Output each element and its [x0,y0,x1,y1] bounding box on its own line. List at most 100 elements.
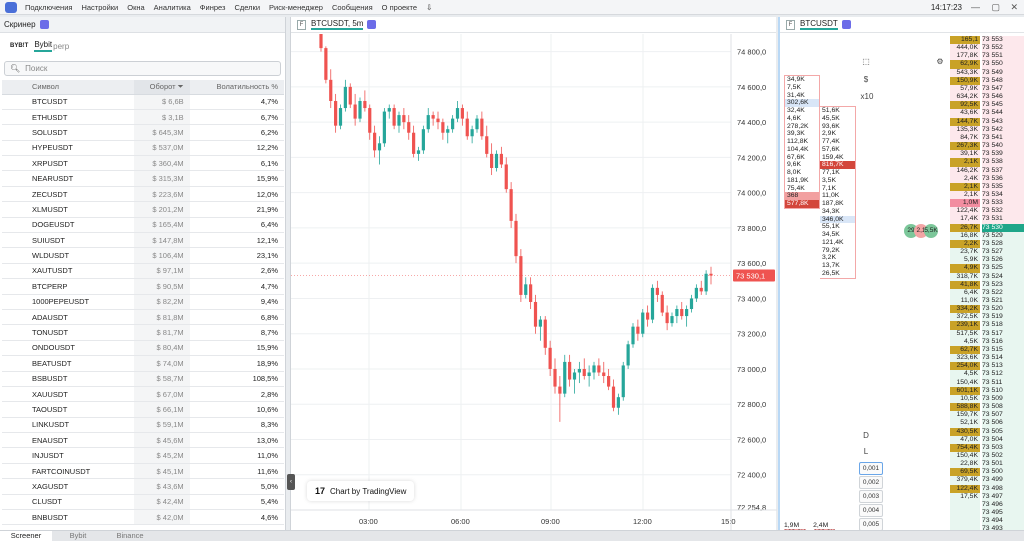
ladder-price[interactable]: 73 522 [982,288,1024,297]
ladder-price[interactable]: 73 505 [982,427,1024,436]
ladder-price[interactable]: 73 526 [982,256,1024,265]
ladder-price[interactable]: 73 508 [982,403,1024,412]
tick-size-button[interactable]: 0,002 [859,476,883,489]
ladder-price[interactable]: 73 515 [982,345,1024,355]
table-row[interactable]: SUIUSDT $ 147,8M 12,1% [2,232,284,249]
table-row[interactable]: BTCUSDT $ 6,6B 4,7% [2,94,284,110]
ladder-price[interactable]: 73 504 [982,435,1024,444]
tick-size-button[interactable]: 0,004 [859,504,883,517]
table-row[interactable]: XAGUSDT $ 43,6M 5,0% [2,478,284,495]
ladder-price[interactable]: 73 547 [982,84,1024,94]
ladder-price[interactable]: 73 518 [982,321,1024,330]
ladder-price[interactable]: 73 528 [982,239,1024,249]
ladder-price[interactable]: 73 550 [982,60,1024,69]
chart-settings-icon[interactable]: ⬚ [860,56,872,68]
column-volatility[interactable]: Волатильность % [189,80,284,95]
menu-item[interactable]: Настройки [81,3,118,12]
table-row[interactable]: SOLUSDT $ 645,3M 6,2% [2,124,284,141]
ladder-price[interactable]: 73 543 [982,117,1024,126]
ladder-price[interactable]: 73 502 [982,451,1024,461]
link-color-icon[interactable] [39,20,49,29]
table-row[interactable]: TONUSDT $ 81,7M 8,7% [2,324,284,341]
ladder-price[interactable]: 73 501 [982,460,1024,469]
table-row[interactable]: BSBUSDT $ 58,7M 108,5% [2,371,284,387]
ladder-price[interactable]: 73 537 [982,166,1024,175]
tab-screener[interactable]: Screener [0,531,52,541]
menu-item[interactable]: Подключения [25,3,72,12]
ladder-price[interactable]: 73 546 [982,93,1024,102]
ladder-price[interactable]: 73 535 [982,182,1024,191]
ladder-price[interactable]: 73 513 [982,362,1024,371]
multiplier-label[interactable]: x10 [858,91,876,103]
menu-item[interactable]: Финрез [200,3,226,12]
ladder-price[interactable]: 73 533 [982,199,1024,208]
ladder-price[interactable]: 73 520 [982,305,1024,314]
menu-item[interactable]: Риск-менеджер [269,3,323,12]
table-row[interactable]: FARTCOINUSDT $ 45,1M 11,6% [2,463,284,480]
ladder-price[interactable]: 73 521 [982,297,1024,306]
ladder-price[interactable]: 73 498 [982,484,1024,493]
pin-icon[interactable]: ⇩ [426,3,432,12]
ladder-price[interactable]: 73 503 [982,443,1024,452]
dollar-icon[interactable]: $ [860,74,872,86]
ladder-price[interactable]: 73 545 [982,101,1024,110]
ladder-price[interactable]: 73 509 [982,394,1024,404]
ladder-price[interactable]: 73 500 [982,468,1024,477]
link-color-icon[interactable] [367,20,377,29]
ladder-price[interactable]: 73 524 [982,272,1024,281]
table-row[interactable]: WLDUSDT $ 106,4M 23,1% [2,247,284,264]
column-turnover[interactable]: Оборот ⏷ [133,80,190,95]
side-button-d[interactable]: D [860,430,872,442]
ladder-price[interactable]: 73 549 [982,68,1024,77]
ladder-price[interactable]: 73 494 [982,517,1024,526]
table-row[interactable]: 1000PEPEUSDT $ 82,2M 9,4% [2,294,284,310]
link-color-icon[interactable] [841,20,851,29]
gear-icon[interactable]: ⚙ [934,56,946,68]
table-row[interactable]: DOGEUSDT $ 165,4M 6,4% [2,217,284,234]
table-row[interactable]: HYPEUSDT $ 537,0M 12,2% [2,140,284,157]
ladder-price[interactable]: 73 548 [982,76,1024,85]
ladder-price[interactable]: 73 530 [982,223,1024,232]
ladder-price[interactable]: 73 532 [982,207,1024,216]
ladder-price[interactable]: 73 541 [982,133,1024,143]
table-row[interactable]: ETHUSDT $ 3,1B 6,7% [2,109,284,126]
table-row[interactable]: TAOUSDT $ 66,1M 10,6% [2,401,284,418]
maximize-icon[interactable]: ▢ [991,2,1000,13]
table-row[interactable]: BEATUSDT $ 74,0M 18,9% [2,355,284,372]
table-row[interactable]: BTCPERP $ 90,5M 4,7% [2,278,284,295]
ladder-price[interactable]: 73 517 [982,329,1024,338]
column-symbol[interactable]: Символ [2,80,134,95]
ladder-price[interactable]: 73 519 [982,313,1024,322]
ladder-price[interactable]: 73 523 [982,280,1024,289]
ladder-price[interactable]: 73 506 [982,419,1024,428]
ladder-price[interactable]: 73 529 [982,231,1024,240]
side-button-l[interactable]: L [860,446,872,458]
table-row[interactable]: ZECUSDT $ 223,6M 12,0% [2,186,284,203]
ladder-price[interactable]: 73 552 [982,44,1024,53]
ladder-price[interactable]: 73 536 [982,174,1024,183]
tab-binance[interactable]: Binance [104,531,156,541]
menu-item[interactable]: Окна [127,3,144,12]
table-row[interactable]: CLUSDT $ 42,4M 5,4% [2,494,284,511]
ladder-price[interactable]: 73 539 [982,150,1024,159]
ladder-price[interactable]: 73 534 [982,190,1024,200]
ladder-price[interactable]: 73 516 [982,337,1024,346]
exchange-name[interactable]: Bybit [34,40,53,52]
tick-size-button[interactable]: 0,003 [859,490,883,503]
ladder-price[interactable]: 73 495 [982,509,1024,518]
table-row[interactable]: INJUSDT $ 45,2M 11,0% [2,447,284,464]
ladder-price[interactable]: 73 514 [982,354,1024,363]
ladder-price[interactable]: 73 544 [982,109,1024,118]
table-row[interactable]: LINKUSDT $ 59,1M 8,3% [2,417,284,434]
menu-item[interactable]: О проекте [382,3,417,12]
close-icon[interactable]: ✕ [1010,2,1018,13]
ladder-price[interactable]: 73 538 [982,158,1024,167]
ladder-price[interactable]: 73 512 [982,370,1024,379]
ladder-price[interactable]: 73 510 [982,386,1024,395]
search-input[interactable]: 🔍︎ Поиск [4,61,281,76]
ladder-price[interactable]: 73 542 [982,125,1024,134]
table-row[interactable]: XLMUSDT $ 201,2M 21,9% [2,201,284,218]
ladder-price[interactable]: 73 527 [982,248,1024,257]
ladder-price[interactable]: 73 497 [982,492,1024,501]
ladder-price[interactable]: 73 499 [982,476,1024,485]
